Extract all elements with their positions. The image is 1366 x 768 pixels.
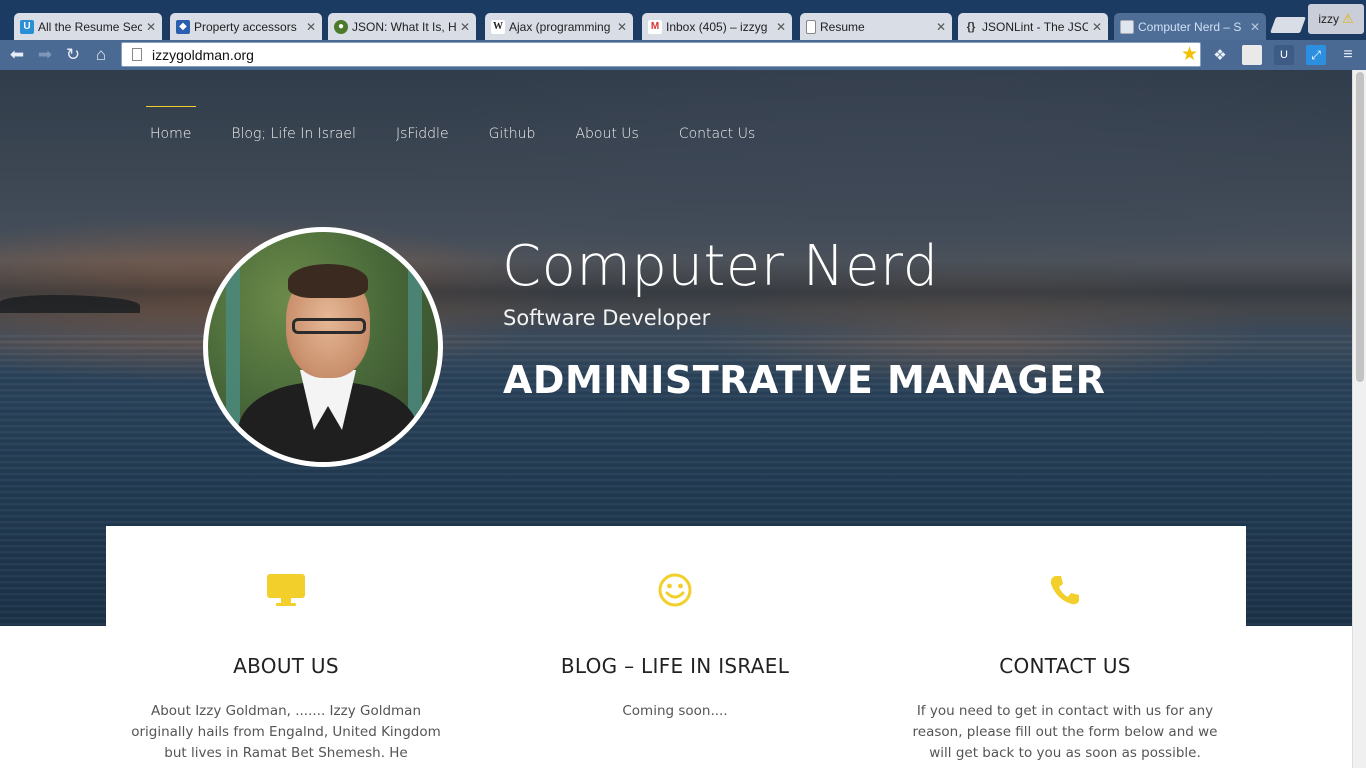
- nav-home[interactable]: Home: [145, 106, 197, 142]
- nav-contact-us[interactable]: Contact Us: [679, 106, 755, 142]
- scrollbar-thumb[interactable]: [1356, 72, 1364, 382]
- tab-6[interactable]: Resume ✕: [800, 13, 952, 40]
- tab-title: JSONLint - The JSON: [982, 19, 1088, 34]
- main-nav: Home Blog; Life In Israel JsFiddle Githu…: [145, 106, 795, 142]
- tab-4[interactable]: W Ajax (programming ✕: [485, 13, 633, 40]
- home-button[interactable]: ⌂: [90, 44, 112, 66]
- feature-text: Coming soon....: [622, 703, 728, 719]
- profile-button[interactable]: izzy ⚠: [1308, 4, 1364, 34]
- close-icon[interactable]: ✕: [306, 20, 316, 34]
- tab-3[interactable]: ● JSON: What It Is, Ho ✕: [328, 13, 476, 40]
- mdn-icon: ◆: [176, 19, 190, 34]
- phone-icon: [885, 568, 1245, 612]
- eye-icon: ●: [334, 19, 348, 34]
- bookmark-star-icon[interactable]: ★: [1181, 43, 1198, 67]
- page-scrollbar[interactable]: [1352, 70, 1366, 768]
- profile-name: izzy: [1318, 12, 1339, 26]
- close-icon[interactable]: ✕: [776, 20, 786, 34]
- close-icon[interactable]: ✕: [1250, 20, 1260, 34]
- photo-glasses: [292, 318, 366, 334]
- smiley-icon-graphic: [658, 573, 692, 607]
- page-icon: [1120, 19, 1134, 34]
- feature-title: CONTACT US: [999, 654, 1131, 678]
- document-icon: [806, 19, 816, 34]
- island-silhouette: [0, 295, 140, 313]
- feature-blog: BLOG – LIFE IN ISRAEL Coming soon....: [495, 526, 855, 722]
- nav-about-us[interactable]: About Us: [575, 106, 638, 142]
- extension-icon[interactable]: [1242, 45, 1262, 65]
- feature-contact: CONTACT US If you need to get in contact…: [885, 526, 1245, 764]
- feature-text: If you need to get in contact with us fo…: [912, 703, 1218, 761]
- tab-active[interactable]: Computer Nerd – S ✕: [1114, 13, 1266, 40]
- close-icon[interactable]: ✕: [1092, 20, 1102, 34]
- address-bar[interactable]: izzygoldman.org ★: [121, 42, 1201, 67]
- monitor-icon-graphic: [267, 574, 305, 606]
- tab-2[interactable]: ◆ Property accessors ✕: [170, 13, 322, 40]
- close-icon[interactable]: ✕: [617, 20, 627, 34]
- wikipedia-icon: W: [491, 19, 505, 34]
- gmail-icon: M: [648, 19, 662, 34]
- warning-icon: ⚠: [1342, 11, 1354, 26]
- tab-title: All the Resume Sec: [38, 19, 142, 34]
- profile-photo: [203, 227, 443, 467]
- nav-blog[interactable]: Blog; Life In Israel: [231, 106, 356, 142]
- tab-title: Resume: [820, 19, 865, 34]
- tab-title: Property accessors: [194, 19, 297, 34]
- feature-text: About Izzy Goldman, ....... Izzy Goldman…: [131, 703, 441, 768]
- braces-icon: {}: [966, 20, 976, 33]
- close-icon[interactable]: ✕: [460, 20, 470, 34]
- feature-title: ABOUT US: [233, 654, 339, 678]
- back-button[interactable]: ⬅: [6, 44, 28, 66]
- reload-button[interactable]: ↻: [62, 44, 84, 66]
- feature-about: ABOUT US About Izzy Goldman, ....... Izz…: [106, 526, 466, 768]
- tab-7[interactable]: {} JSONLint - The JSON ✕: [958, 13, 1108, 40]
- url-text[interactable]: izzygoldman.org: [152, 47, 254, 63]
- hero-role: ADMINISTRATIVE MANAGER: [503, 358, 1106, 402]
- tab-title: Computer Nerd – S: [1138, 19, 1242, 34]
- phone-icon-graphic: [1050, 576, 1079, 605]
- monitor-icon: [106, 568, 466, 612]
- upwork-extension-icon[interactable]: U: [1274, 45, 1294, 65]
- new-tab-button[interactable]: [1270, 17, 1306, 33]
- nav-jsfiddle[interactable]: JsFiddle: [396, 106, 449, 142]
- tab-title: JSON: What It Is, Ho: [352, 19, 456, 34]
- nav-github[interactable]: Github: [489, 106, 536, 142]
- menu-icon[interactable]: ≡: [1338, 45, 1358, 65]
- resize-icon[interactable]: ⤢: [1306, 45, 1326, 65]
- hero-subtitle: Software Developer: [503, 306, 711, 330]
- photo-hair: [288, 264, 368, 298]
- feature-title: BLOG – LIFE IN ISRAEL: [560, 654, 790, 678]
- smiley-icon: [495, 568, 855, 612]
- tab-1[interactable]: U All the Resume Sec ✕: [14, 13, 162, 40]
- hero-title: Computer Nerd: [502, 234, 939, 299]
- features-section: ABOUT US About Izzy Goldman, ....... Izz…: [106, 526, 1246, 768]
- close-icon[interactable]: ✕: [146, 20, 156, 34]
- tab-5[interactable]: M Inbox (405) – izzyg ✕: [642, 13, 792, 40]
- tab-title: Inbox (405) – izzyg: [666, 19, 768, 34]
- close-icon[interactable]: ✕: [936, 20, 946, 34]
- forward-button[interactable]: ➡: [34, 44, 56, 66]
- upwork-icon: U: [20, 19, 34, 34]
- page-icon: [132, 48, 142, 61]
- tab-title: Ajax (programming: [509, 19, 611, 34]
- tab-strip: U All the Resume Sec ✕ ◆ Property access…: [0, 0, 1366, 40]
- dropbox-icon[interactable]: ❖: [1210, 45, 1230, 65]
